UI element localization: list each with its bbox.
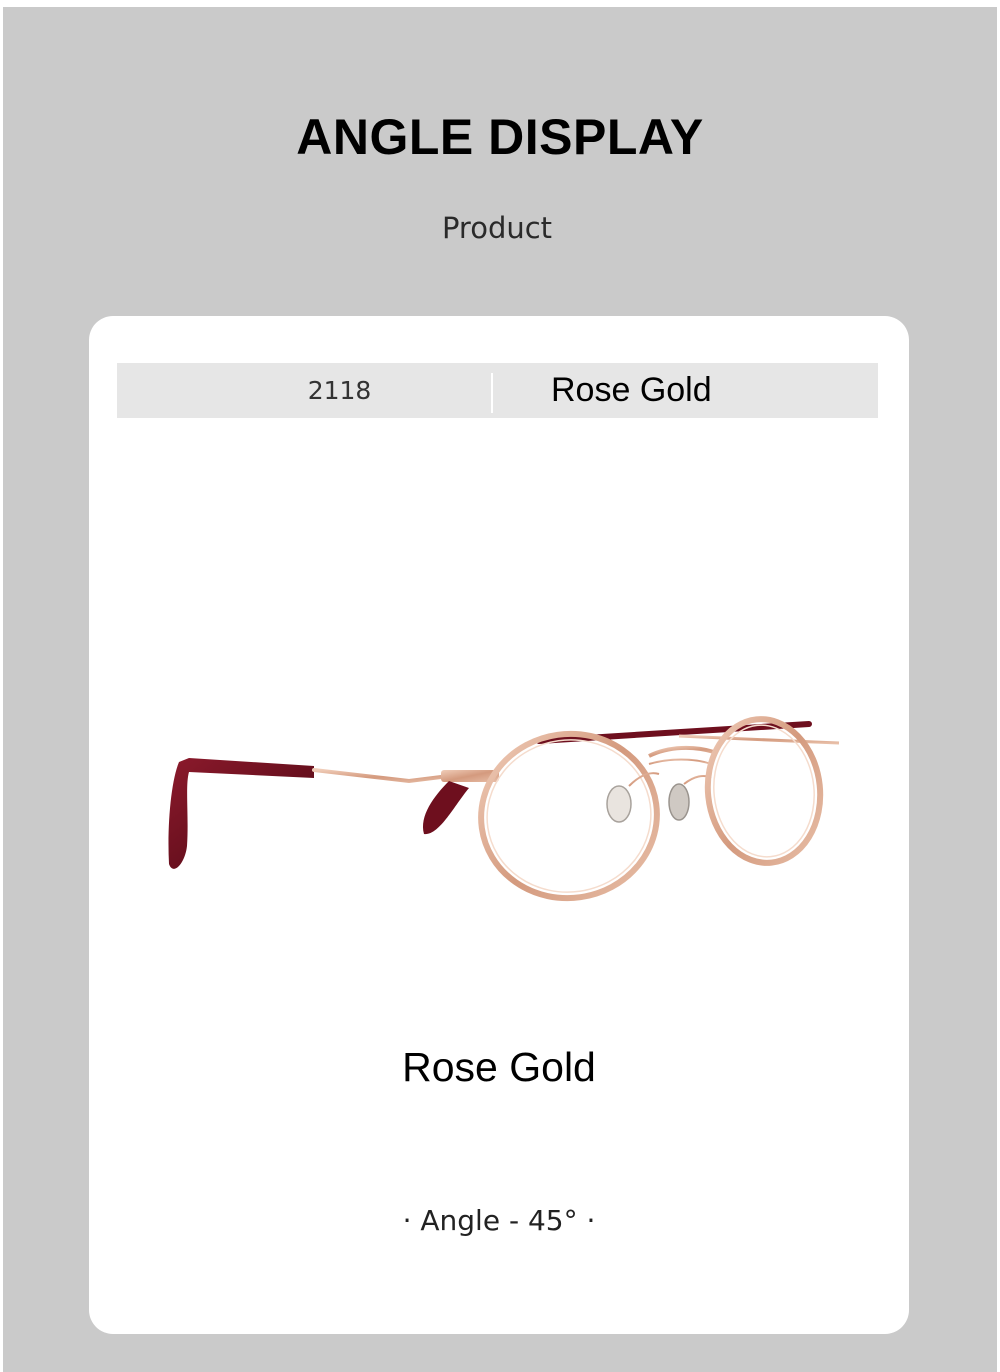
eyeglasses-icon <box>168 716 840 902</box>
angle-caption: · Angle - 45° · <box>402 1204 596 1237</box>
product-info-bar: 2118 Rose Gold <box>117 363 878 418</box>
color-name-label: Rose Gold <box>551 371 712 409</box>
color-caption: Rose Gold <box>402 1044 596 1090</box>
page-title: ANGLE DISPLAY <box>296 109 704 165</box>
product-card: 2118 Rose Gold Rose Gold · Angle - 45° · <box>89 316 909 1334</box>
info-bar-divider <box>491 373 493 413</box>
page-subtitle: Product <box>441 211 553 245</box>
model-number: 2118 <box>307 376 372 405</box>
